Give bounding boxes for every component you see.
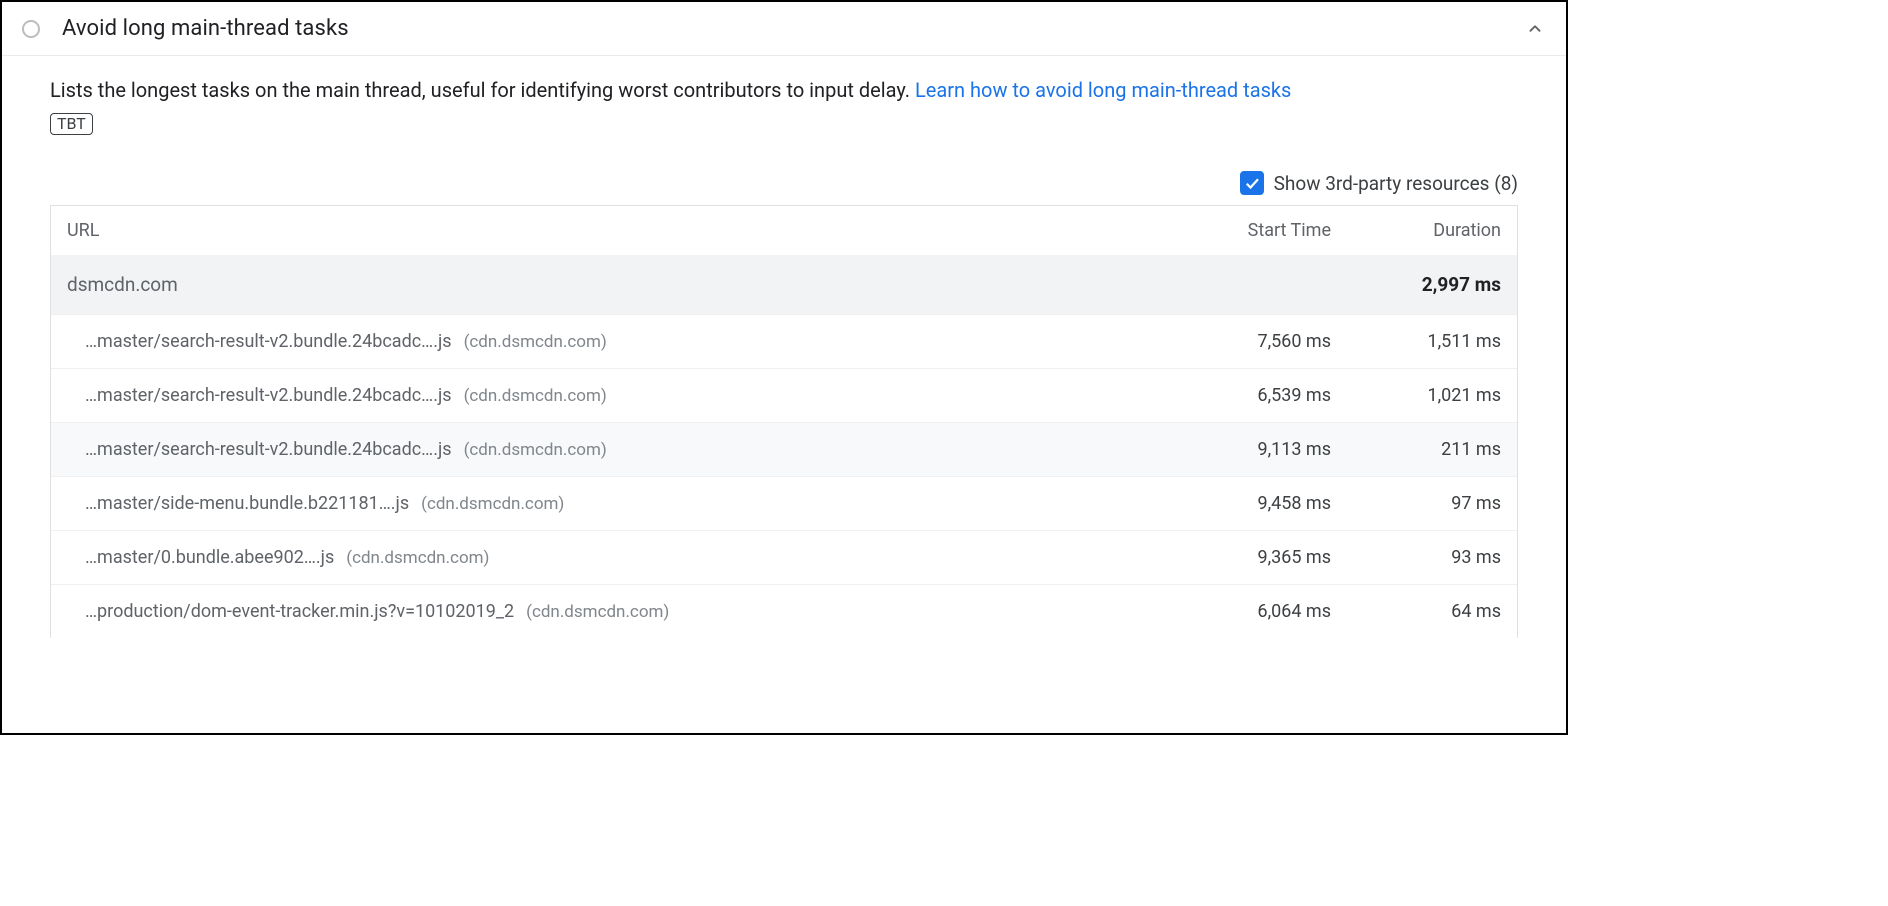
url-cell: …master/search-result-v2.bundle.24bcadc…… — [85, 385, 1161, 406]
group-row[interactable]: dsmcdn.com 2,997 ms — [51, 255, 1517, 314]
duration: 211 ms — [1331, 439, 1501, 460]
tbt-badge: TBT — [50, 113, 93, 135]
url-path: …production/dom-event-tracker.min.js?v=1… — [85, 601, 514, 622]
audit-description: Lists the longest tasks on the main thre… — [50, 76, 1518, 105]
url-cell: …master/0.bundle.abee902….js (cdn.dsmcdn.… — [85, 547, 1161, 568]
duration: 1,021 ms — [1331, 385, 1501, 406]
col-start: Start Time — [1161, 220, 1331, 241]
start-time: 9,113 ms — [1161, 439, 1331, 460]
duration: 64 ms — [1331, 601, 1501, 622]
third-party-toggle-row: Show 3rd-party resources (8) — [50, 171, 1518, 195]
url-path: …master/search-result-v2.bundle.24bcadc…… — [85, 439, 452, 460]
url-host: (cdn.dsmcdn.com) — [464, 332, 607, 352]
url-path: …master/search-result-v2.bundle.24bcadc…… — [85, 331, 452, 352]
url-path: …master/0.bundle.abee902….js — [85, 547, 334, 568]
group-total: 2,997 ms — [1331, 273, 1501, 296]
start-time: 9,458 ms — [1161, 493, 1331, 514]
table-row[interactable]: …master/search-result-v2.bundle.24bcadc…… — [51, 422, 1517, 476]
start-time: 6,064 ms — [1161, 601, 1331, 622]
third-party-toggle-label: Show 3rd-party resources (8) — [1274, 172, 1518, 195]
group-host: dsmcdn.com — [67, 273, 1161, 296]
description-text: Lists the longest tasks on the main thre… — [50, 78, 915, 102]
url-path: …master/side-menu.bundle.b221181….js — [85, 493, 409, 514]
url-host: (cdn.dsmcdn.com) — [526, 602, 669, 622]
col-url: URL — [67, 220, 1161, 241]
audit-header[interactable]: Avoid long main-thread tasks — [2, 2, 1566, 56]
table-row[interactable]: …master/side-menu.bundle.b221181….js (cdn… — [51, 476, 1517, 530]
duration: 1,511 ms — [1331, 331, 1501, 352]
status-circle-icon — [22, 20, 40, 38]
audit-panel: Avoid long main-thread tasks Lists the l… — [2, 2, 1566, 638]
url-host: (cdn.dsmcdn.com) — [464, 440, 607, 460]
table-row[interactable]: …master/search-result-v2.bundle.24bcadc…… — [51, 314, 1517, 368]
url-host: (cdn.dsmcdn.com) — [464, 386, 607, 406]
table-row[interactable]: …master/search-result-v2.bundle.24bcadc…… — [51, 368, 1517, 422]
tasks-table: URL Start Time Duration dsmcdn.com 2,997… — [50, 205, 1518, 638]
start-time: 9,365 ms — [1161, 547, 1331, 568]
start-time: 6,539 ms — [1161, 385, 1331, 406]
url-cell: …master/search-result-v2.bundle.24bcadc…… — [85, 439, 1161, 460]
audit-title: Avoid long main-thread tasks — [62, 16, 1524, 41]
table-row[interactable]: …production/dom-event-tracker.min.js?v=1… — [51, 584, 1517, 638]
url-path: …master/search-result-v2.bundle.24bcadc…… — [85, 385, 452, 406]
url-cell: …production/dom-event-tracker.min.js?v=1… — [85, 601, 1161, 622]
start-time: 7,560 ms — [1161, 331, 1331, 352]
duration: 97 ms — [1331, 493, 1501, 514]
col-duration: Duration — [1331, 220, 1501, 241]
chevron-up-icon[interactable] — [1524, 18, 1546, 40]
third-party-checkbox[interactable] — [1240, 171, 1264, 195]
table-header: URL Start Time Duration — [51, 206, 1517, 255]
url-cell: …master/search-result-v2.bundle.24bcadc…… — [85, 331, 1161, 352]
url-host: (cdn.dsmcdn.com) — [346, 548, 489, 568]
url-cell: …master/side-menu.bundle.b221181….js (cdn… — [85, 493, 1161, 514]
audit-body: Lists the longest tasks on the main thre… — [2, 56, 1566, 638]
table-row[interactable]: …master/0.bundle.abee902….js (cdn.dsmcdn.… — [51, 530, 1517, 584]
duration: 93 ms — [1331, 547, 1501, 568]
url-host: (cdn.dsmcdn.com) — [421, 494, 564, 514]
learn-more-link[interactable]: Learn how to avoid long main-thread task… — [915, 78, 1291, 102]
